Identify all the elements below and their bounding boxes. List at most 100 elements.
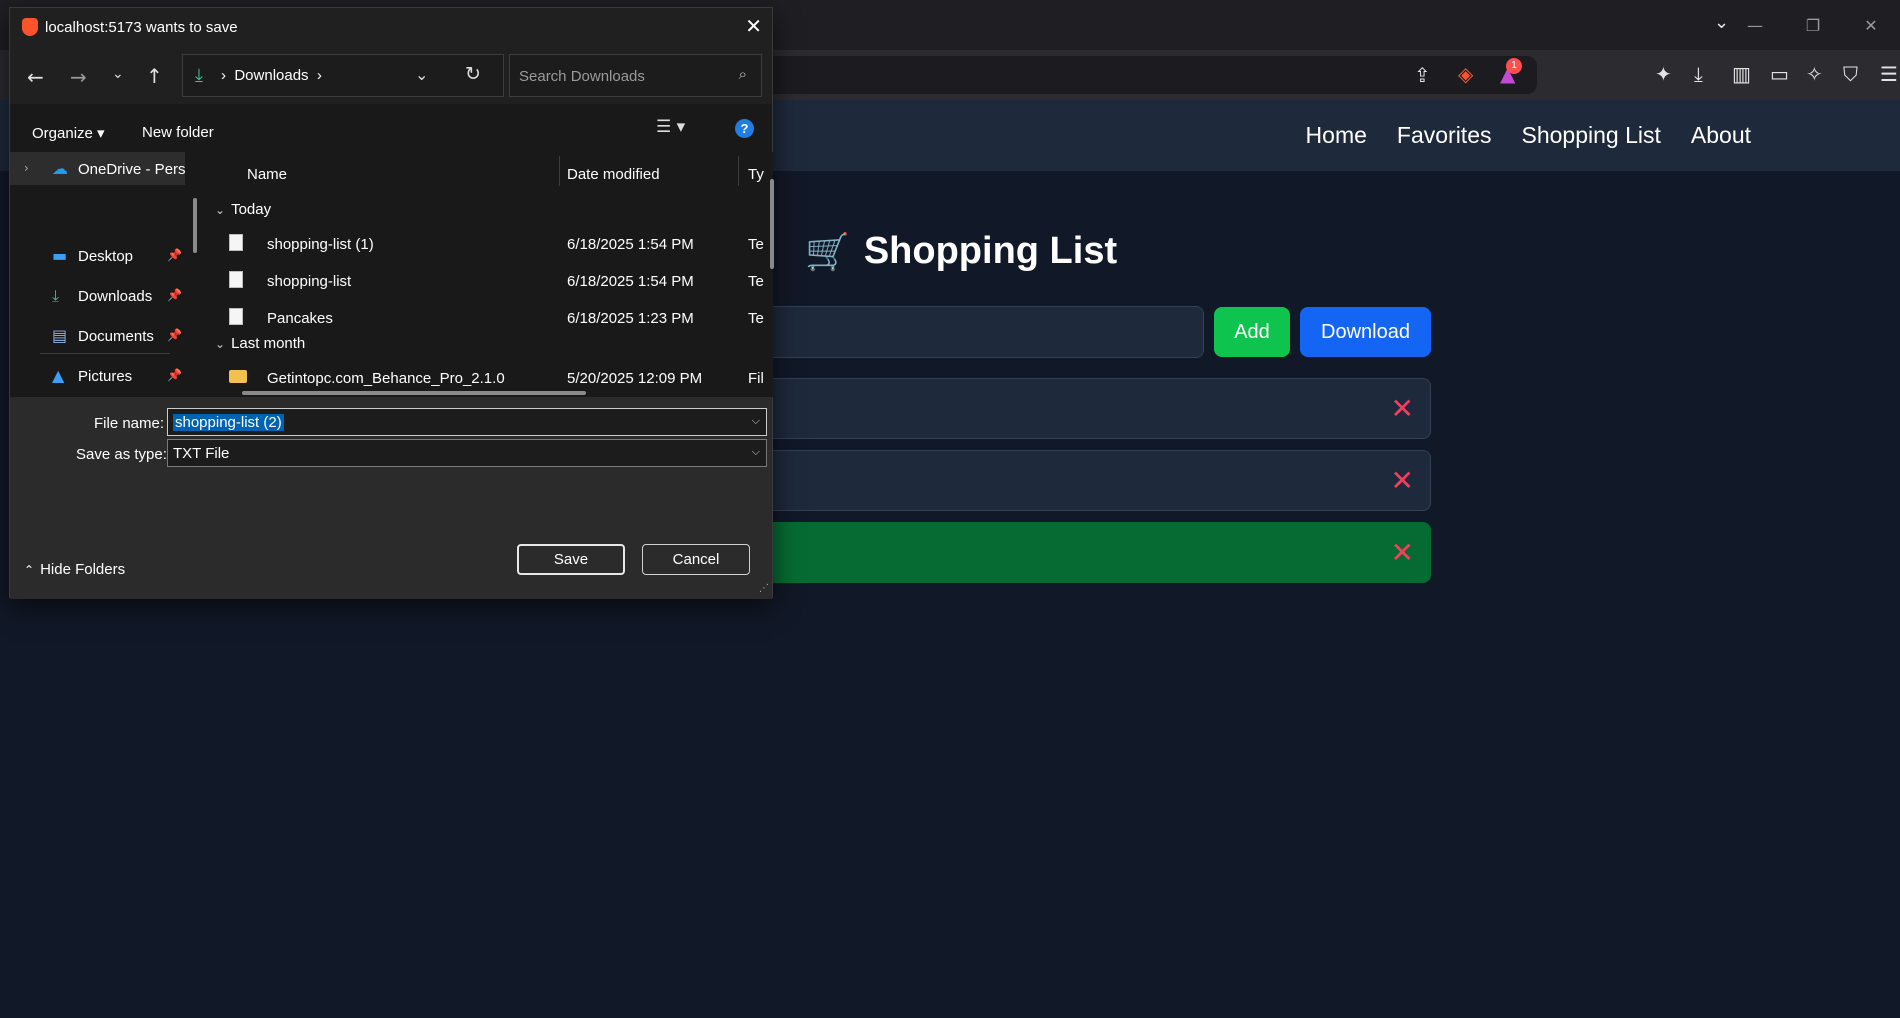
column-name[interactable]: Name [247, 166, 287, 183]
page-title: 🛒 Shopping List [805, 230, 1117, 273]
nav-links: Home Favorites Shopping List About [1306, 100, 1751, 171]
file-name-label: File name: [94, 415, 165, 432]
chevron-down-icon[interactable]: ⌵ [752, 445, 760, 459]
chevron-down-icon[interactable]: ⌄ [415, 65, 428, 84]
file-row[interactable]: shopping-list 6/18/2025 1:54 PM Te [207, 265, 773, 297]
pin-icon: 📌 [167, 328, 182, 342]
minimize-button[interactable]: — [1726, 16, 1784, 35]
window-controls: — ❐ ✕ [1726, 0, 1900, 50]
forward-arrow-icon[interactable]: → [70, 65, 87, 89]
extensions-icon[interactable]: ✦ [1655, 62, 1672, 86]
close-window-button[interactable]: ✕ [1842, 16, 1900, 35]
list-item[interactable]: ✕ [740, 378, 1431, 439]
breadcrumb[interactable]: ⤓ › Downloads › ⌄ ↻ [182, 54, 504, 97]
nav-pane-scrollbar[interactable] [193, 198, 197, 253]
new-folder-button[interactable]: New folder [142, 124, 214, 141]
search-icon: ⌕ [738, 65, 747, 83]
downloads-icon[interactable]: ⤓ [1694, 62, 1703, 86]
onedrive-icon: ☁ [52, 159, 68, 178]
text-file-icon [229, 308, 243, 325]
recent-locations-icon[interactable]: ⌄ [112, 66, 124, 82]
resize-grip-icon[interactable]: ⋰ [759, 583, 769, 594]
restore-button[interactable]: ❐ [1784, 16, 1842, 35]
leo-ai-icon[interactable]: ✧ [1806, 62, 1823, 86]
file-name-value: shopping-list (2) [173, 414, 284, 431]
save-type-value: TXT File [173, 445, 230, 462]
save-type-label: Save as type: [76, 446, 167, 463]
sidebar-item-downloads[interactable]: ⤓ Downloads 📌 [10, 279, 185, 312]
documents-icon: ▤ [52, 326, 68, 345]
sidebar-item-documents[interactable]: ▤ Documents 📌 [10, 319, 185, 352]
nav-about[interactable]: About [1691, 122, 1751, 149]
column-type[interactable]: Ty [748, 166, 764, 183]
share-icon[interactable]: ⇪ [1414, 63, 1431, 87]
file-list: Name Date modified Ty ⌄ Today shopping-li… [207, 152, 773, 397]
pin-icon: 📌 [167, 368, 182, 382]
cancel-button[interactable]: Cancel [642, 544, 750, 575]
desktop-icon: ▬ [52, 246, 68, 265]
save-button[interactable]: Save [517, 544, 625, 575]
delete-icon[interactable]: ✕ [1391, 392, 1414, 425]
sidebar-item-pictures[interactable]: ▲ Pictures 📌 [10, 359, 185, 392]
chevron-down-icon[interactable]: ⌵ [752, 414, 760, 428]
wallet-icon[interactable]: ▭ [1770, 62, 1789, 86]
hide-folders-button[interactable]: ⌃ Hide Folders [24, 561, 125, 578]
close-icon[interactable]: ✕ [745, 14, 762, 38]
chevron-down-icon: ⌄ [215, 337, 226, 351]
page-heading: Shopping List [863, 230, 1118, 272]
up-arrow-icon[interactable]: ↑ [146, 64, 163, 88]
divider [40, 353, 170, 354]
menu-icon[interactable]: ☰ [1880, 62, 1898, 86]
nav-favorites[interactable]: Favorites [1397, 122, 1492, 149]
file-row[interactable]: Getintopc.com_Behance_Pro_2.1.0 5/20/202… [207, 362, 773, 394]
file-list-horizontal-scrollbar[interactable] [242, 391, 586, 395]
file-row[interactable]: Pancakes 6/18/2025 1:23 PM Te [207, 302, 773, 334]
vpn-icon[interactable]: ⛉ [1843, 62, 1858, 86]
search-placeholder: Search Downloads [519, 68, 645, 85]
dialog-title: localhost:5173 wants to save [45, 19, 238, 36]
pictures-icon: ▲ [52, 366, 65, 385]
add-button[interactable]: Add [1214, 307, 1290, 357]
pin-icon: 📌 [167, 288, 182, 302]
column-divider [738, 156, 739, 186]
breadcrumb-downloads[interactable]: Downloads [234, 67, 308, 84]
column-date-modified[interactable]: Date modified [567, 166, 660, 183]
pin-icon: 📌 [167, 248, 182, 262]
help-icon[interactable]: ? [735, 119, 754, 138]
list-item-completed[interactable]: ✕ [740, 522, 1431, 583]
refresh-icon[interactable]: ↻ [465, 63, 481, 85]
downloads-icon: ⤓ [52, 286, 60, 305]
download-button[interactable]: Download [1300, 307, 1431, 357]
back-arrow-icon[interactable]: ← [27, 65, 44, 89]
list-item[interactable]: ✕ [740, 450, 1431, 511]
navigation-pane: › ☁ OneDrive - Personal ▬ Desktop 📌 ⤓ Do… [10, 152, 185, 397]
chevron-down-icon: ⌄ [215, 203, 226, 217]
group-header-today[interactable]: ⌄ Today [215, 201, 271, 218]
nav-shopping-list[interactable]: Shopping List [1522, 122, 1661, 149]
save-type-select[interactable]: TXT File ⌵ [167, 439, 767, 467]
shopping-cart-icon: 🛒 [805, 231, 850, 273]
chevron-right-icon[interactable]: › [24, 161, 29, 175]
text-file-icon [229, 234, 243, 251]
sidebar-icon[interactable]: ▥ [1732, 62, 1751, 86]
delete-icon[interactable]: ✕ [1391, 464, 1414, 497]
dialog-title-bar: localhost:5173 wants to save ✕ [10, 8, 772, 46]
organize-button[interactable]: Organize ▾ [32, 124, 105, 142]
delete-icon[interactable]: ✕ [1391, 536, 1414, 569]
file-row[interactable]: shopping-list (1) 6/18/2025 1:54 PM Te [207, 228, 773, 260]
text-file-icon [229, 271, 243, 288]
column-divider [559, 156, 560, 186]
sidebar-item-desktop[interactable]: ▬ Desktop 📌 [10, 239, 185, 272]
group-header-last-month[interactable]: ⌄ Last month [215, 335, 305, 352]
view-options-icon[interactable]: ☰ ▾ [656, 117, 685, 137]
brave-logo-icon [22, 18, 38, 36]
search-input[interactable]: Search Downloads ⌕ [509, 54, 762, 97]
sidebar-item-onedrive[interactable]: › ☁ OneDrive - Personal [10, 152, 185, 185]
rewards-badge: 1 [1506, 58, 1522, 74]
brave-shields-icon[interactable]: ◈ [1458, 62, 1473, 86]
nav-home[interactable]: Home [1306, 122, 1367, 149]
file-name-field[interactable]: shopping-list (2) ⌵ [167, 408, 767, 436]
item-input[interactable] [740, 306, 1204, 358]
download-folder-icon: ⤓ [195, 65, 203, 86]
file-list-vertical-scrollbar[interactable] [770, 179, 774, 269]
